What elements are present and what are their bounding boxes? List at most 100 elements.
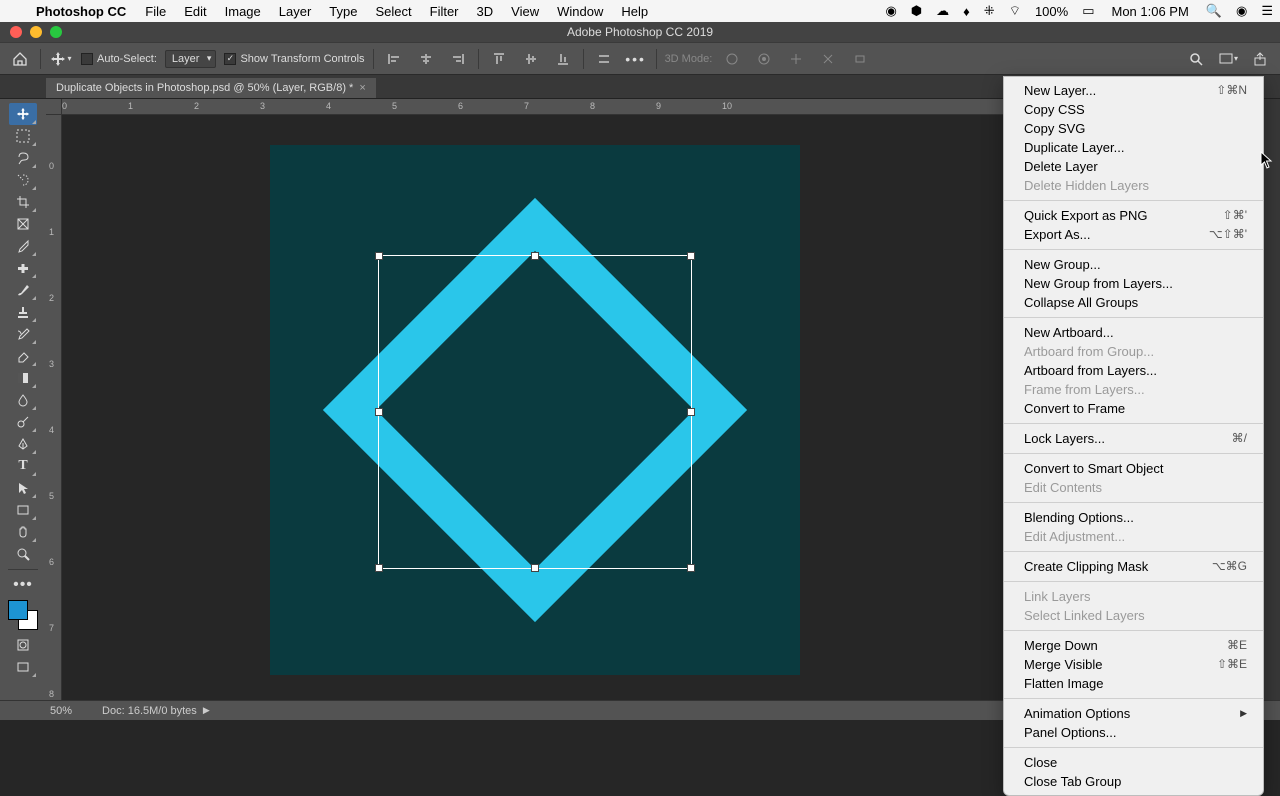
battery-label[interactable]: 100% [1028,4,1075,19]
ctx-artboard-layers[interactable]: Artboard from Layers... [1004,361,1263,380]
close-tab-icon[interactable]: × [359,82,365,94]
window-maximize[interactable] [50,26,62,38]
wifi-icon[interactable]: ⌔ [1002,3,1028,19]
menu-type[interactable]: Type [320,4,366,19]
distribute-icon[interactable] [592,47,616,71]
ruler-origin[interactable] [46,99,62,115]
type-tool[interactable]: T [9,455,37,477]
menu-edit[interactable]: Edit [175,4,215,19]
transform-handle-br[interactable] [687,564,695,572]
move-tool[interactable] [9,103,37,125]
stamp-tool[interactable] [9,301,37,323]
transform-handle-tr[interactable] [687,252,695,260]
record-icon[interactable]: ◉ [878,3,903,19]
spotlight-icon[interactable]: 🔍 [1199,3,1229,19]
ctx-new-layer[interactable]: New Layer...⇧⌘N [1004,81,1263,100]
ctx-new-group-layers[interactable]: New Group from Layers... [1004,274,1263,293]
dropbox-icon[interactable]: ⬢ [904,3,929,19]
shape-tool[interactable] [9,499,37,521]
search-icon[interactable] [1184,47,1208,71]
color-swatches[interactable] [8,600,38,630]
dodge-tool[interactable] [9,411,37,433]
panel-dock-collapsed[interactable] [1264,99,1280,700]
home-button[interactable] [8,47,32,71]
zoom-tool[interactable] [9,543,37,565]
ctx-new-group[interactable]: New Group... [1004,255,1263,274]
ctx-close[interactable]: Close [1004,753,1263,772]
menu-layer[interactable]: Layer [270,4,321,19]
transform-handle-ml[interactable] [375,408,383,416]
transform-handle-bl[interactable] [375,564,383,572]
document-tab[interactable]: Duplicate Objects in Photoshop.psd @ 50%… [46,78,376,98]
menu-image[interactable]: Image [216,4,270,19]
crop-tool[interactable] [9,191,37,213]
align-bottom-icon[interactable] [551,47,575,71]
gradient-tool[interactable] [9,367,37,389]
ctx-clipping-mask[interactable]: Create Clipping Mask⌥⌘G [1004,557,1263,576]
ctx-copy-svg[interactable]: Copy SVG [1004,119,1263,138]
marquee-tool[interactable] [9,125,37,147]
ctx-close-tab-group[interactable]: Close Tab Group [1004,772,1263,791]
ctx-new-artboard[interactable]: New Artboard... [1004,323,1263,342]
align-top-icon[interactable] [487,47,511,71]
notification-icon[interactable]: ☰ [1254,3,1280,19]
path-select-tool[interactable] [9,477,37,499]
menu-help[interactable]: Help [612,4,657,19]
zoom-level[interactable]: 50% [50,705,72,717]
more-align-icon[interactable]: ••• [624,47,648,71]
ctx-copy-css[interactable]: Copy CSS [1004,100,1263,119]
align-hcenter-icon[interactable] [414,47,438,71]
app-menu[interactable]: Photoshop CC [26,4,136,19]
doc-info-arrow-icon[interactable]: ▶ [203,705,210,716]
menu-view[interactable]: View [502,4,548,19]
window-close[interactable] [10,26,22,38]
auto-select-checkbox[interactable]: Auto-Select: [81,53,157,65]
show-transform-checkbox[interactable]: ✓Show Transform Controls [224,53,364,65]
hand-tool[interactable] [9,521,37,543]
screenmode-tool[interactable] [9,656,37,678]
menu-3d[interactable]: 3D [468,4,503,19]
menu-select[interactable]: Select [366,4,420,19]
share-icon[interactable] [1248,47,1272,71]
align-right-icon[interactable] [446,47,470,71]
ctx-delete-layer[interactable]: Delete Layer [1004,157,1263,176]
menu-filter[interactable]: Filter [421,4,468,19]
transform-bounding-box[interactable] [378,255,692,569]
window-minimize[interactable] [30,26,42,38]
battery-icon[interactable]: ▭ [1075,3,1101,19]
siri-icon[interactable]: ◉ [1229,3,1254,19]
ctx-duplicate-layer[interactable]: Duplicate Layer... [1004,138,1263,157]
transform-handle-tl[interactable] [375,252,383,260]
clock[interactable]: Mon 1:06 PM [1101,4,1198,19]
quickmask-tool[interactable] [9,634,37,656]
ctx-convert-smart[interactable]: Convert to Smart Object [1004,459,1263,478]
blur-tool[interactable] [9,389,37,411]
ctx-merge-down[interactable]: Merge Down⌘E [1004,636,1263,655]
history-brush-tool[interactable] [9,323,37,345]
ctx-quick-export[interactable]: Quick Export as PNG⇧⌘' [1004,206,1263,225]
ctx-flatten[interactable]: Flatten Image [1004,674,1263,693]
edit-toolbar-icon[interactable]: ••• [9,574,37,596]
ctx-collapse-groups[interactable]: Collapse All Groups [1004,293,1263,312]
align-vcenter-icon[interactable] [519,47,543,71]
menu-window[interactable]: Window [548,4,612,19]
ctx-export-as[interactable]: Export As...⌥⇧⌘' [1004,225,1263,244]
eraser-tool[interactable] [9,345,37,367]
ctx-blending[interactable]: Blending Options... [1004,508,1263,527]
pen-tool[interactable] [9,433,37,455]
doc-info[interactable]: Doc: 16.5M/0 bytes [102,705,197,717]
eyedropper-tool[interactable] [9,235,37,257]
quick-select-tool[interactable] [9,169,37,191]
align-left-icon[interactable] [382,47,406,71]
bluetooth-icon[interactable]: ⁜ [977,3,1002,19]
transform-handle-bm[interactable] [531,564,539,572]
ruler-vertical[interactable]: 0 1 2 3 4 5 6 7 8 [46,115,62,700]
ctx-panel-options[interactable]: Panel Options... [1004,723,1263,742]
healing-tool[interactable] [9,257,37,279]
move-tool-icon[interactable]: ▾ [49,47,73,71]
ctx-convert-frame[interactable]: Convert to Frame [1004,399,1263,418]
backblaze-icon[interactable]: ♦ [956,4,977,19]
brush-tool[interactable] [9,279,37,301]
ctx-merge-visible[interactable]: Merge Visible⇧⌘E [1004,655,1263,674]
cc-icon[interactable]: ☁ [929,3,956,19]
